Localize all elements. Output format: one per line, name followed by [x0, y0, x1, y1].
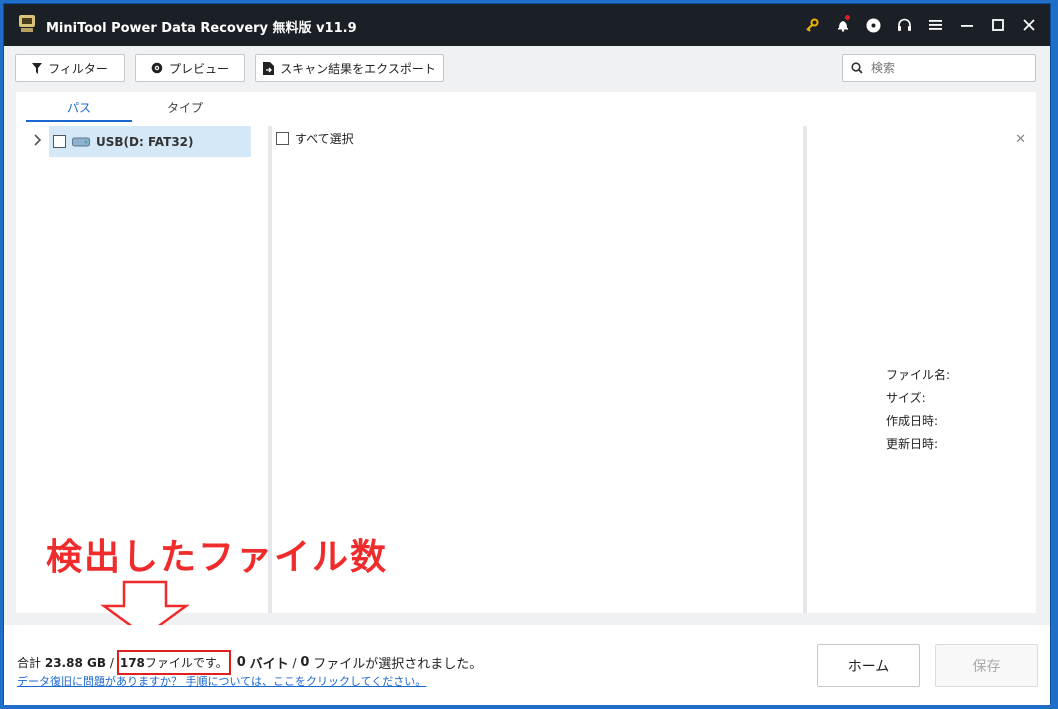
- toolbar: フィルター プレビュー スキャン結果をエクスポート: [4, 46, 1050, 92]
- separator: /: [109, 655, 114, 670]
- search-icon: [851, 62, 863, 74]
- tab-type[interactable]: タイプ: [132, 98, 238, 122]
- select-all-label: すべて選択: [295, 132, 354, 146]
- prop-size: サイズ:: [886, 391, 926, 405]
- prop-created: 作成日時:: [886, 414, 939, 428]
- headset-icon[interactable]: [889, 4, 920, 46]
- total-label: 合計: [17, 656, 42, 670]
- scan-summary: 合計 23.88 GB / 178ファイルです。 0 バイト / 0 ファイルが…: [17, 650, 482, 675]
- pane-divider[interactable]: [803, 126, 807, 613]
- annotation-label: 検出したファイル数: [46, 537, 389, 578]
- notification-dot: [845, 15, 850, 20]
- prop-modified: 更新日時:: [886, 437, 939, 451]
- file-properties: ファイル名: サイズ: 作成日時: 更新日時:: [886, 364, 950, 456]
- export-button[interactable]: スキャン結果をエクスポート: [255, 54, 444, 82]
- selected-bytes: 0: [236, 655, 246, 670]
- bytes-unit: バイト: [249, 657, 289, 672]
- preview-label: プレビュー: [168, 61, 229, 76]
- filter-icon: [32, 62, 43, 74]
- tree-item-checkbox[interactable]: [53, 135, 66, 148]
- key-icon[interactable]: [796, 4, 827, 46]
- bell-icon[interactable]: [827, 4, 858, 46]
- title-bar: MiniTool Power Data Recovery 無料版 v11.9: [4, 4, 1050, 46]
- export-label: スキャン結果をエクスポート: [280, 61, 436, 76]
- tab-path[interactable]: パス: [26, 98, 132, 122]
- search-box[interactable]: [842, 54, 1036, 82]
- menu-icon[interactable]: [920, 4, 951, 46]
- save-button[interactable]: 保存: [935, 644, 1038, 687]
- tree-item-label: USB(D: FAT32): [96, 134, 194, 149]
- filter-label: フィルター: [48, 61, 108, 76]
- eye-icon: [151, 62, 163, 74]
- status-bar: 合計 23.88 GB / 178ファイルです。 0 バイト / 0 ファイルが…: [4, 625, 1050, 705]
- select-all-checkbox[interactable]: [276, 132, 289, 145]
- search-input[interactable]: [871, 61, 1021, 75]
- app-title: MiniTool Power Data Recovery 無料版 v11.9: [46, 21, 357, 36]
- disc-icon[interactable]: [858, 4, 889, 46]
- filter-button[interactable]: フィルター: [15, 54, 125, 82]
- help-link[interactable]: データ復旧に問題がありますか？ 手順については、ここをクリックしてください。: [17, 673, 426, 689]
- app-logo-icon: [19, 15, 35, 32]
- file-count-suffix: ファイルです。: [144, 656, 228, 670]
- select-all[interactable]: すべて選択: [276, 130, 354, 147]
- file-count: 178: [119, 656, 145, 670]
- preview-button[interactable]: プレビュー: [135, 54, 245, 82]
- maximize-icon[interactable]: [982, 4, 1013, 46]
- chevron-right-icon[interactable]: [34, 134, 42, 146]
- separator: /: [292, 655, 297, 670]
- file-count-box: 178ファイルです。: [116, 650, 231, 675]
- selected-files: 0: [300, 655, 310, 670]
- export-icon: [263, 61, 275, 75]
- selected-suffix: ファイルが選択されました。: [313, 657, 483, 672]
- close-preview-icon[interactable]: ✕: [1015, 132, 1026, 147]
- drive-icon: [72, 137, 90, 146]
- minimize-icon[interactable]: [951, 4, 982, 46]
- view-tabs: パス タイプ: [26, 98, 238, 122]
- tree-item-usb[interactable]: USB(D: FAT32): [49, 126, 251, 157]
- home-button[interactable]: ホーム: [817, 644, 920, 687]
- total-size: 23.88 GB: [44, 655, 106, 670]
- prop-filename: ファイル名:: [886, 368, 951, 382]
- app-window: MiniTool Power Data Recovery 無料版 v11.9 フ…: [3, 3, 1051, 705]
- close-icon[interactable]: [1013, 4, 1044, 46]
